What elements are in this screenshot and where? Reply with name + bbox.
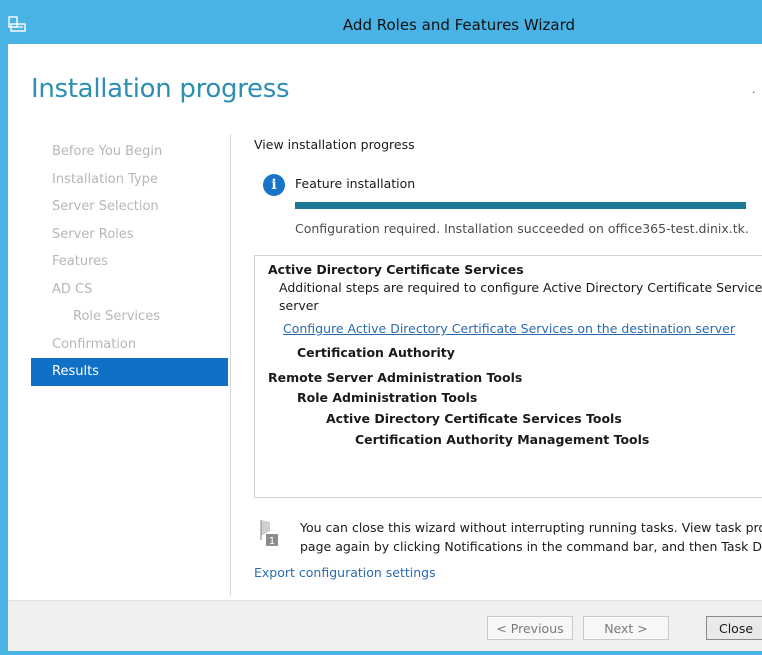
next-button[interactable]: Next > bbox=[583, 616, 669, 640]
nav-item-server-selection: Server Selection bbox=[52, 199, 159, 214]
notification-badge: 1 bbox=[269, 536, 275, 547]
title-bar[interactable]: Add Roles and Features Wizard bbox=[0, 0, 762, 44]
notification-line-2: page again by clicking Notifications in … bbox=[300, 539, 762, 554]
info-icon: i bbox=[263, 174, 285, 196]
page-title: Installation progress bbox=[31, 74, 290, 104]
result-ad-cs-tools: Active Directory Certificate Services To… bbox=[326, 411, 622, 426]
wizard-window: Add Roles and Features Wizard Installati… bbox=[0, 0, 762, 655]
nav-item-confirmation: Confirmation bbox=[52, 336, 137, 352]
notification-line-1: You can close this wizard without interr… bbox=[300, 520, 762, 535]
result-additional-steps-cont: server bbox=[279, 298, 319, 313]
wizard-client-area: Installation progress Before You Begin I… bbox=[8, 44, 762, 651]
nav-item-results[interactable]: Results bbox=[31, 358, 228, 386]
result-rsat: Remote Server Administration Tools bbox=[268, 370, 523, 385]
notification-flag-icon: 1 bbox=[260, 520, 278, 547]
nav-item-server-roles: Server Roles bbox=[52, 226, 134, 242]
feature-installation-label: Feature installation bbox=[295, 176, 416, 191]
help-mark: · bbox=[752, 86, 756, 99]
wizard-footer: < Previous Next > Close bbox=[8, 600, 762, 651]
previous-button[interactable]: < Previous bbox=[487, 616, 573, 640]
nav-item-installation-type: Installation Type bbox=[52, 171, 158, 187]
installation-progress-bar bbox=[295, 202, 746, 209]
result-role-admin-tools: Role Administration Tools bbox=[297, 390, 478, 405]
progress-fill bbox=[295, 202, 746, 209]
wizard-nav: Before You Begin Installation Type Serve… bbox=[31, 138, 228, 386]
results-list[interactable]: Active Directory Certificate Services Ad… bbox=[254, 255, 762, 498]
close-button[interactable]: Close bbox=[706, 616, 762, 640]
export-configuration-link[interactable]: Export configuration settings bbox=[254, 565, 436, 580]
nav-item-ad-cs: AD CS bbox=[52, 281, 93, 297]
configure-ad-cs-link[interactable]: Configure Active Directory Certificate S… bbox=[283, 321, 735, 336]
nav-item-role-services: Role Services bbox=[73, 309, 160, 324]
result-additional-steps: Additional steps are required to configu… bbox=[279, 280, 762, 295]
result-ad-cs: Active Directory Certificate Services bbox=[268, 262, 524, 277]
section-label: View installation progress bbox=[254, 137, 415, 152]
installation-status: Configuration required. Installation suc… bbox=[295, 221, 749, 236]
nav-divider bbox=[230, 134, 231, 596]
nav-item-before-you-begin: Before You Begin bbox=[52, 144, 163, 159]
window-title: Add Roles and Features Wizard bbox=[342, 16, 576, 34]
nav-item-features: Features bbox=[52, 254, 108, 269]
result-certification-authority: Certification Authority bbox=[297, 345, 455, 360]
notification-text: You can close this wizard without interr… bbox=[300, 518, 762, 556]
result-ca-management-tools: Certification Authority Management Tools bbox=[355, 432, 650, 447]
